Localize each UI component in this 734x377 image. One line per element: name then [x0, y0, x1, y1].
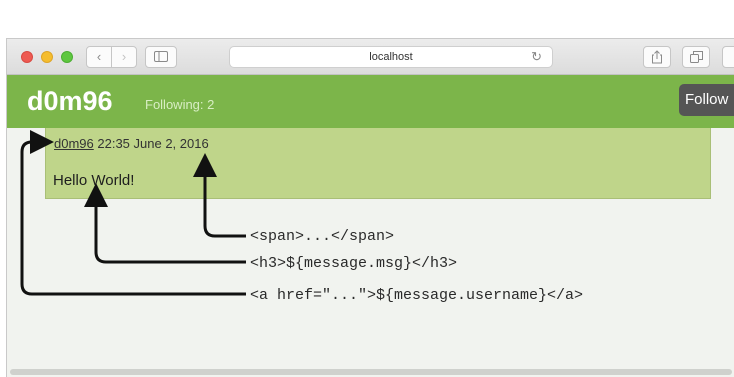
message-card: d0m96 22:35 June 2, 2016 Hello World!	[45, 128, 711, 199]
share-button[interactable]	[643, 46, 671, 68]
message-username-link[interactable]: d0m96	[54, 136, 94, 151]
browser-window: ‹ › localhost ↻ d0m96 Following: 2 Follo…	[6, 38, 734, 377]
chevron-right-icon: ›	[121, 49, 127, 64]
browser-toolbar: ‹ › localhost ↻	[7, 39, 734, 75]
brand-title: d0m96	[27, 86, 113, 116]
show-tabs-button[interactable]	[682, 46, 710, 68]
close-window-button[interactable]	[21, 51, 33, 63]
message-timestamp: 22:35 June 2, 2016	[97, 136, 209, 151]
sidebar-toggle-button[interactable]	[145, 46, 177, 68]
minimize-window-button[interactable]	[41, 51, 53, 63]
chevron-left-icon: ‹	[96, 49, 102, 64]
message-text: Hello World!	[53, 172, 135, 189]
message-meta: d0m96 22:35 June 2, 2016	[54, 136, 209, 151]
sidebar-icon	[154, 51, 168, 62]
new-tab-button[interactable]	[722, 46, 734, 68]
address-text: localhost	[369, 51, 413, 63]
share-icon	[652, 50, 662, 64]
back-button[interactable]: ‹	[86, 46, 112, 68]
reload-icon[interactable]: ↻	[531, 47, 542, 67]
tabs-icon	[689, 51, 703, 63]
horizontal-scrollbar[interactable]	[10, 369, 732, 375]
app-header: d0m96 Following: 2 Follow	[7, 75, 734, 128]
address-bar[interactable]: localhost ↻	[229, 46, 553, 68]
forward-button[interactable]: ›	[111, 46, 137, 68]
zoom-window-button[interactable]	[61, 51, 73, 63]
following-count[interactable]: Following: 2	[145, 97, 214, 112]
follow-button[interactable]: Follow	[679, 84, 734, 116]
